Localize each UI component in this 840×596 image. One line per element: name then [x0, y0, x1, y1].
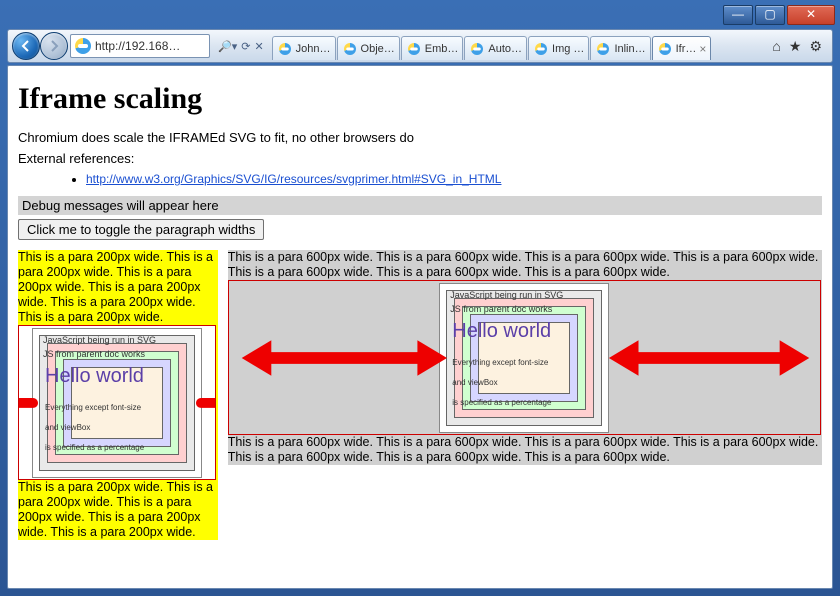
para-600-top: This is a para 600px wide. This is a par… [228, 250, 822, 280]
svg-hello: Hello world [45, 365, 144, 388]
svg-line4: and viewBox [45, 423, 90, 432]
iframe-600: JavaScript being run in SVG JS from pare… [228, 280, 821, 435]
forward-button[interactable] [40, 32, 68, 60]
tab-label: Auto… [488, 43, 522, 55]
intro-text: Chromium does scale the IFRAMEd SVG to f… [18, 130, 822, 145]
para-200-top: This is a para 200px wide. This is a par… [18, 250, 218, 325]
content-frame[interactable]: Iframe scaling Chromium does scale the I… [7, 65, 833, 589]
svg-line1: JavaScript being run in SVG [43, 335, 156, 345]
address-tools: 🔎▾ ⟳ ✕ [212, 40, 270, 53]
refresh-icon[interactable]: ⟳ [241, 40, 250, 53]
column-200: This is a para 200px wide. This is a par… [18, 250, 218, 540]
tab-label: Obje… [361, 43, 395, 55]
tab-john[interactable]: John… [272, 36, 336, 60]
tab-auto[interactable]: Auto… [464, 36, 527, 60]
home-icon[interactable]: ⌂ [772, 38, 780, 55]
url-text: http://192.168… [95, 39, 180, 53]
ie-icon [535, 43, 547, 55]
tab-label: Inlin… [614, 43, 645, 55]
tools-icon[interactable]: ⚙ [809, 38, 822, 55]
arrow-left-icon [19, 39, 33, 53]
columns: This is a para 200px wide. This is a par… [18, 250, 822, 540]
svg-line2: JS from parent doc works [43, 349, 145, 359]
svg-line5: is specified as a percentage [45, 443, 144, 452]
tab-label: Emb… [425, 43, 459, 55]
ie-icon [471, 43, 483, 55]
stop-icon[interactable]: ✕ [254, 40, 263, 53]
titlebar: — ▢ ✕ [1, 1, 839, 29]
arrow-right-icon [47, 39, 61, 53]
para-200-bottom: This is a para 200px wide. This is a par… [18, 480, 218, 540]
tab-img[interactable]: Img … [528, 36, 589, 60]
tabstrip: John… Obje… Emb… Auto… Img … Inlin… Ifr…… [272, 32, 765, 60]
svg-line4: and viewBox [452, 378, 497, 387]
svg-hello: Hello world [452, 320, 551, 343]
tab-inlin[interactable]: Inlin… [590, 36, 650, 60]
maximize-button[interactable]: ▢ [755, 5, 785, 25]
svg-line3: Everything except font-size [45, 403, 141, 412]
ie-icon [75, 38, 91, 54]
address-bar[interactable]: http://192.168… [70, 34, 210, 58]
column-600: This is a para 600px wide. This is a par… [228, 250, 822, 465]
svg-box: JavaScript being run in SVG JS from pare… [32, 328, 202, 478]
svg-line5: is specified as a percentage [452, 398, 551, 407]
ie-icon [408, 43, 420, 55]
ext-ref-label: External references: [18, 151, 822, 166]
ie-icon [597, 43, 609, 55]
window-frame: — ▢ ✕ http://192.168… 🔎▾ ⟳ ✕ John… Obje…… [0, 0, 840, 596]
ie-icon [279, 43, 291, 55]
tab-ifr[interactable]: Ifr…× [652, 36, 712, 60]
debug-bar: Debug messages will appear here [18, 196, 822, 215]
tab-label: Img … [552, 43, 584, 55]
navbar: http://192.168… 🔎▾ ⟳ ✕ John… Obje… Emb… … [7, 29, 833, 63]
svg-box: JavaScript being run in SVG JS from pare… [439, 283, 609, 433]
tab-label: John… [296, 43, 331, 55]
search-dropdown-icon[interactable]: 🔎▾ [218, 40, 237, 53]
page: Iframe scaling Chromium does scale the I… [8, 66, 832, 556]
tab-close-icon[interactable]: × [699, 42, 706, 56]
para-600-bottom: This is a para 600px wide. This is a par… [228, 435, 822, 465]
toggle-width-button[interactable]: Click me to toggle the paragraph widths [18, 219, 264, 240]
svg-line1: JavaScript being run in SVG [450, 290, 563, 300]
ie-icon [344, 43, 356, 55]
back-button[interactable] [12, 32, 40, 60]
ie-icon [659, 43, 671, 55]
page-title: Iframe scaling [18, 82, 822, 116]
close-button[interactable]: ✕ [787, 5, 835, 25]
ext-ref-link[interactable]: http://www.w3.org/Graphics/SVG/IG/resour… [86, 172, 501, 186]
svg-line2: JS from parent doc works [450, 304, 552, 314]
tab-obje[interactable]: Obje… [337, 36, 400, 60]
tab-emb[interactable]: Emb… [401, 36, 464, 60]
svg-line3: Everything except font-size [452, 358, 548, 367]
tab-label: Ifr… [676, 43, 697, 55]
minimize-button[interactable]: — [723, 5, 753, 25]
iframe-200: JavaScript being run in SVG JS from pare… [18, 325, 216, 480]
favorites-icon[interactable]: ★ [789, 38, 802, 55]
